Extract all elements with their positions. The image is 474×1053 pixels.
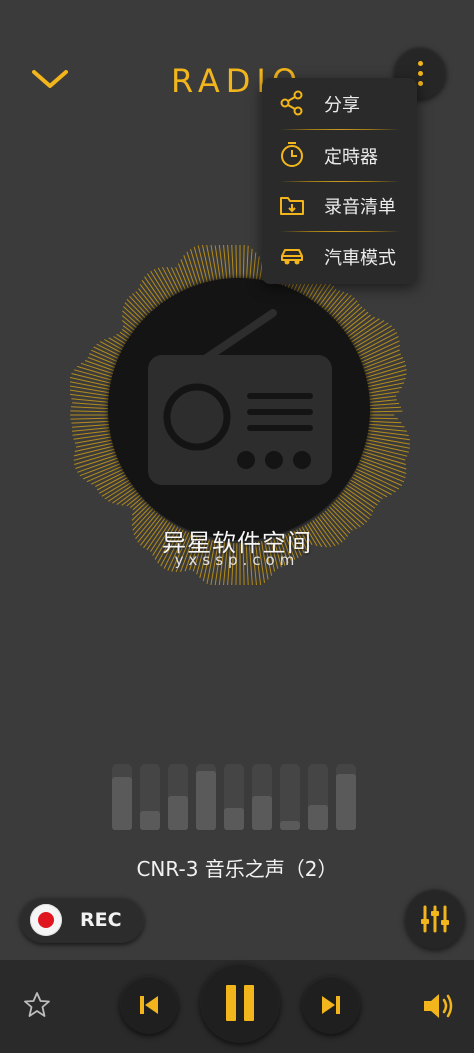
wave-line xyxy=(71,420,113,424)
star-icon xyxy=(24,992,50,1017)
wave-line xyxy=(361,360,405,376)
wave-line xyxy=(72,423,113,428)
wave-line xyxy=(367,399,397,404)
folder-download-icon xyxy=(280,197,304,215)
menu-item-timer[interactable]: 定時器 xyxy=(262,130,417,180)
wave-line xyxy=(74,436,114,444)
wave-line xyxy=(95,471,126,487)
wave-line xyxy=(70,406,113,410)
menu-item-label: 汽車模式 xyxy=(324,248,396,269)
menu-item-label: 分享 xyxy=(324,95,360,116)
record-label: REC xyxy=(80,909,122,931)
wave-line xyxy=(367,423,405,428)
wave-line xyxy=(358,349,400,368)
volume-icon xyxy=(424,994,453,1018)
menu-item-share[interactable]: 分享 xyxy=(262,78,417,128)
menu-item-car-mode[interactable]: 汽車模式 xyxy=(262,231,417,281)
car-icon xyxy=(281,249,303,265)
wave-line xyxy=(359,459,406,479)
wave-line xyxy=(132,499,145,511)
wave-line xyxy=(72,402,113,407)
wave-line xyxy=(70,417,113,420)
level-bar xyxy=(280,764,300,830)
level-bar-fill xyxy=(112,777,132,830)
wave-line xyxy=(112,487,135,504)
wave-line xyxy=(116,489,137,505)
level-bar xyxy=(224,764,244,830)
wave-line xyxy=(351,476,388,498)
more-vertical-icon xyxy=(418,61,423,66)
wave-line xyxy=(108,484,134,502)
options-menu: 分享 定時器 录音清单 汽車模式 xyxy=(262,78,417,284)
wave-line xyxy=(360,457,407,474)
audio-level-meter xyxy=(112,762,362,830)
share-icon xyxy=(280,90,303,116)
equalizer-icon xyxy=(421,905,449,933)
skip-previous-icon xyxy=(140,996,158,1014)
wave-line xyxy=(367,410,403,413)
wave-line xyxy=(75,454,119,469)
pause-icon xyxy=(226,985,254,1021)
wave-line xyxy=(75,439,115,448)
wave-line xyxy=(367,426,407,432)
wave-line xyxy=(367,406,402,410)
skip-next-icon xyxy=(322,996,340,1014)
menu-item-label: 定時器 xyxy=(324,147,378,168)
pause-button[interactable] xyxy=(200,963,280,1043)
wave-line xyxy=(365,382,405,391)
next-button[interactable] xyxy=(302,976,360,1034)
level-bar-fill xyxy=(140,811,160,830)
record-icon xyxy=(30,904,62,936)
level-bar xyxy=(336,764,356,830)
level-bar-fill xyxy=(280,821,300,830)
previous-button[interactable] xyxy=(120,976,178,1034)
level-bar xyxy=(308,764,328,830)
wave-line xyxy=(345,487,376,509)
wave-line xyxy=(367,395,397,401)
level-bar xyxy=(112,764,132,830)
radio-icon xyxy=(148,309,332,485)
level-bar-fill xyxy=(308,805,328,830)
level-bar xyxy=(140,764,160,830)
level-bar-fill xyxy=(224,808,244,830)
timer-icon xyxy=(281,142,303,167)
menu-item-label: 录音清单 xyxy=(324,197,396,218)
wave-line xyxy=(367,402,400,407)
station-name: CNR-3 音乐之声（2） xyxy=(136,857,338,881)
level-bar-fill xyxy=(168,796,188,830)
wave-line xyxy=(367,420,402,424)
watermark-url: yxssp.com xyxy=(174,551,300,569)
volume-button[interactable] xyxy=(420,988,456,1024)
wave-line xyxy=(367,417,398,420)
wave-line xyxy=(70,410,113,413)
equalizer-button[interactable] xyxy=(405,889,465,949)
menu-item-recordings[interactable]: 录音清单 xyxy=(262,180,417,230)
level-bar xyxy=(252,764,272,830)
wave-line xyxy=(129,497,143,508)
level-bar-fill xyxy=(336,774,356,830)
wave-line xyxy=(346,484,378,506)
level-bar-fill xyxy=(196,771,216,830)
wave-line xyxy=(70,385,114,394)
wave-line xyxy=(131,504,149,521)
wave-line xyxy=(343,489,374,513)
favorite-button[interactable] xyxy=(22,990,52,1020)
level-bar-fill xyxy=(252,796,272,830)
wave-line xyxy=(366,436,410,445)
level-bar xyxy=(196,764,216,830)
level-bar xyxy=(168,764,188,830)
record-button[interactable]: REC xyxy=(20,897,144,943)
